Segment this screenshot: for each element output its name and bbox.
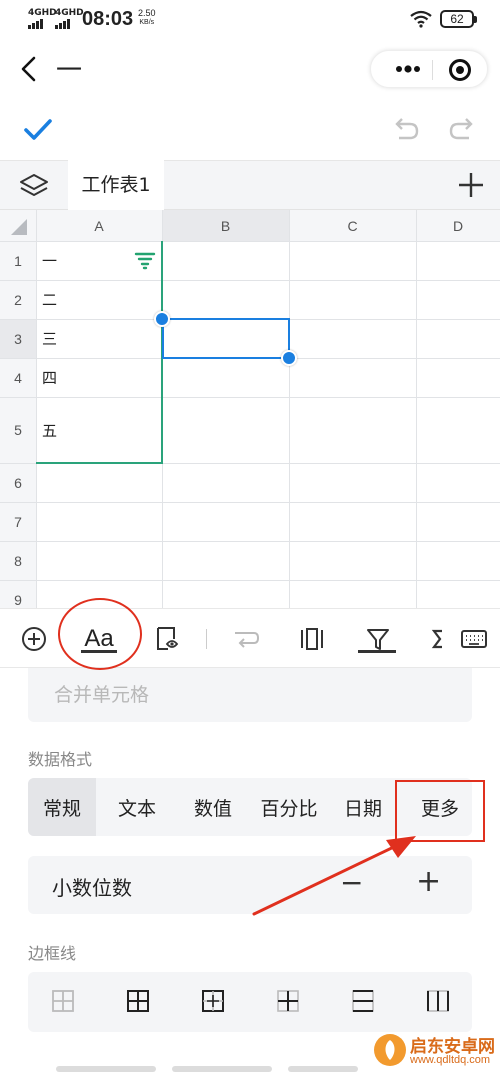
undo-icon[interactable]: [390, 115, 422, 145]
border-inner-icon[interactable]: [276, 989, 300, 1013]
border-lines-label: 边框线: [28, 944, 77, 963]
battery-indicator: 62: [440, 10, 477, 28]
row-header-9[interactable]: 9: [0, 580, 36, 608]
decimal-places-label: 小数位数: [52, 876, 132, 900]
network-speed-unit: KB/s: [139, 19, 155, 26]
border-options: [28, 972, 472, 1032]
corner-triangle-icon: [11, 218, 27, 235]
column-header-d[interactable]: D: [416, 210, 500, 241]
row-header-6[interactable]: 6: [0, 463, 36, 502]
more-dots-icon[interactable]: [387, 59, 427, 79]
grid-line: [0, 580, 500, 581]
cell-style-button[interactable]: [148, 609, 188, 669]
grid-line: [0, 541, 500, 542]
close-target-icon[interactable]: [449, 59, 471, 81]
signal-2-icon: [55, 19, 84, 29]
signal-1-label: 4GHD: [28, 8, 57, 18]
panel-scroll-hint: [172, 1066, 272, 1072]
watermark: 启东安卓网 www.qdltdq.com: [372, 1028, 500, 1072]
watermark-url: www.qdltdq.com: [410, 1054, 491, 1066]
network-speed: 2.50 KB/s: [138, 9, 156, 27]
signal-1-icon: [28, 19, 57, 29]
filter-range-outline: [36, 241, 163, 464]
border-none-icon[interactable]: [51, 989, 75, 1013]
keyboard-icon: [461, 630, 487, 648]
redo-icon[interactable]: [446, 115, 478, 145]
row-header-4[interactable]: 4: [0, 358, 36, 397]
grid-line: [289, 210, 290, 608]
status-bar: 4GHD 4GHD 08:03 2.50 KB/s 62: [0, 0, 500, 40]
format-option-text[interactable]: 文本: [100, 778, 174, 836]
filter-button[interactable]: [356, 609, 400, 669]
border-horizontal-icon[interactable]: [351, 989, 375, 1013]
signal-2: 4GHD: [55, 9, 84, 29]
select-all-corner[interactable]: [0, 210, 36, 241]
column-header-a[interactable]: A: [36, 210, 162, 241]
network-speed-value: 2.50: [138, 8, 156, 18]
format-option-number[interactable]: 数值: [176, 778, 250, 836]
sort-button[interactable]: [426, 609, 448, 669]
selection-handle-bottom-right[interactable]: [281, 350, 297, 366]
wrap-text-icon: [235, 632, 260, 648]
spreadsheet-grid: A B C D 1 2 3 4 5 6 7 8 9 一 二 三 四 五: [0, 210, 500, 608]
row-header-8[interactable]: 8: [0, 541, 36, 580]
selected-cell-b3[interactable]: [162, 318, 290, 359]
capsule-divider: [432, 60, 433, 80]
grid-line: [416, 210, 417, 608]
cell-eye-icon: [157, 627, 179, 650]
clock: 08:03: [82, 8, 134, 30]
annotation-arrow-icon: [252, 836, 416, 916]
merge-cells-label: 合并单元格: [54, 684, 150, 706]
tab-sheet1[interactable]: 工作表1: [68, 160, 164, 210]
row-header-1[interactable]: 1: [0, 241, 36, 280]
row-header-3[interactable]: 3: [0, 319, 36, 358]
confirm-check-icon[interactable]: [22, 115, 54, 145]
column-header-b[interactable]: B: [162, 210, 289, 241]
panel-scroll-hint: [288, 1066, 358, 1072]
insert-button[interactable]: [14, 609, 54, 669]
funnel-icon: [367, 629, 389, 650]
signal-2-label: 4GHD: [55, 8, 84, 18]
format-option-general[interactable]: 常规: [28, 778, 96, 836]
watermark-logo-icon: [374, 1034, 406, 1066]
column-header-c[interactable]: C: [289, 210, 416, 241]
active-tab-indicator-filter: [358, 650, 396, 653]
wifi-icon: [410, 10, 432, 28]
layers-icon[interactable]: [18, 172, 50, 200]
row-header-5[interactable]: 5: [0, 397, 36, 463]
columns-icon: [301, 628, 323, 650]
grid-line: [0, 502, 500, 503]
add-sheet-icon[interactable]: [456, 170, 486, 200]
border-outer-icon[interactable]: [201, 989, 225, 1013]
selection-handle-top-left[interactable]: [154, 311, 170, 327]
keyboard-button[interactable]: [454, 609, 494, 669]
toolbar-divider: [206, 629, 207, 649]
annotation-circle: [58, 598, 142, 670]
panel-scroll-hint: [56, 1066, 156, 1072]
sigma-icon: [431, 629, 442, 649]
miniprogram-capsule: [370, 50, 488, 88]
row-header-2[interactable]: 2: [0, 280, 36, 319]
wrap-text-button[interactable]: [222, 609, 270, 669]
back-arrow-icon[interactable]: [16, 52, 44, 86]
border-all-icon[interactable]: [126, 989, 150, 1013]
freeze-columns-button[interactable]: [290, 609, 334, 669]
page-title: 一: [56, 56, 83, 86]
row-header-7[interactable]: 7: [0, 502, 36, 541]
merge-cells-button[interactable]: 合并单元格: [28, 668, 472, 722]
data-format-label: 数据格式: [28, 750, 93, 769]
border-vertical-icon[interactable]: [426, 989, 450, 1013]
signal-1: 4GHD: [28, 9, 57, 29]
plus-circle-icon: [22, 627, 46, 651]
